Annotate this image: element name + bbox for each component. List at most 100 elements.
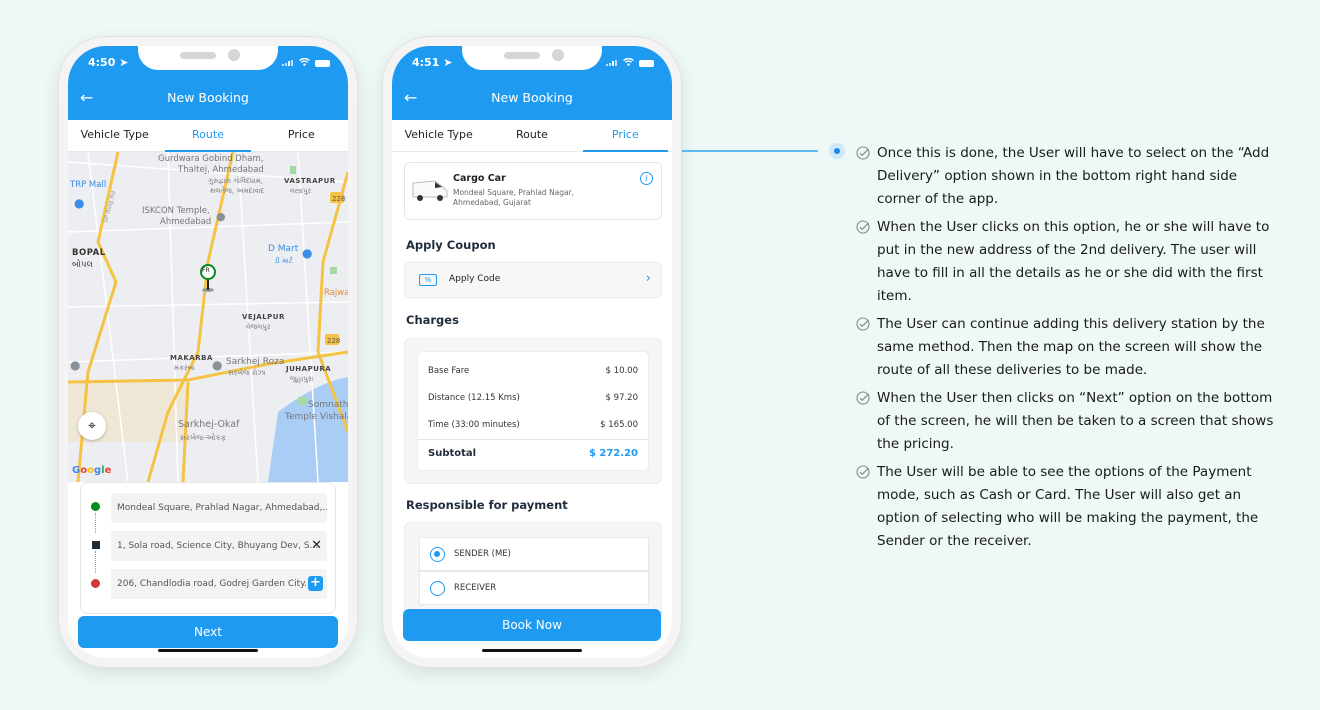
- header-title: New Booking: [491, 90, 573, 105]
- charge-label: Base Fare: [428, 366, 470, 376]
- map-label: સરખેજ રોઝા: [228, 369, 266, 377]
- google-logo: Google: [72, 465, 112, 476]
- home-indicator: [482, 649, 582, 652]
- charge-amount: $ 97.20: [605, 393, 638, 403]
- info-icon[interactable]: i: [640, 172, 653, 185]
- connector-line: [682, 150, 818, 152]
- map-label: Sarkhej Roza: [226, 357, 285, 367]
- map-label: Thaltej, Ahmedabad: [178, 165, 264, 175]
- map-label: બોપલ: [72, 260, 93, 270]
- note-text: Once this is done, the User will have to…: [877, 145, 1270, 207]
- app-header: 4:50 ➤ ← New Booking: [68, 46, 348, 120]
- place-pin-icon: ●: [70, 358, 81, 372]
- feature-notes: Once this is done, the User will have to…: [856, 142, 1276, 558]
- home-indicator: [158, 649, 258, 652]
- payment-options: SENDER (ME) RECEIVER: [404, 522, 662, 622]
- battery-icon: [639, 59, 654, 67]
- map-water: [268, 377, 348, 482]
- apply-coupon-heading: Apply Coupon: [406, 238, 496, 252]
- map-label: VEJALPUR: [242, 313, 285, 321]
- route-connector: [95, 551, 96, 573]
- wifi-icon: [623, 57, 634, 68]
- charge-row: Base Fare $ 10.00: [428, 366, 638, 376]
- book-now-button[interactable]: Book Now: [403, 609, 661, 641]
- timeline-bullet: [829, 143, 845, 159]
- radio-selected[interactable]: [430, 547, 445, 562]
- check-circle-icon: [856, 146, 870, 160]
- vehicle-name: Cargo Car: [453, 173, 506, 184]
- map-label: સરખેજ-ઓકફ: [180, 433, 227, 442]
- location-arrow-icon: ➤: [119, 56, 129, 69]
- highway-number: 228: [327, 337, 341, 345]
- crosshair-icon: ⌖: [88, 418, 96, 434]
- payment-option-sender[interactable]: SENDER (ME): [419, 537, 649, 571]
- note-text: When the User then clicks on “Next” opti…: [877, 390, 1274, 452]
- map-label: JUHAPURA: [286, 365, 332, 373]
- booking-tabs: Vehicle Type Route Price: [392, 120, 672, 152]
- note-item: When the User clicks on this option, he …: [856, 216, 1276, 308]
- tab-price[interactable]: Price: [579, 120, 672, 152]
- subtotal-row: Subtotal $ 272.20: [428, 448, 638, 459]
- tab-route[interactable]: Route: [161, 120, 254, 152]
- remove-stop-icon[interactable]: ✕: [311, 531, 322, 561]
- subtotal-amount: $ 272.20: [588, 448, 638, 459]
- map-label: Temple Vishala: [285, 412, 348, 422]
- phone-price-screen: 4:51 ➤ ← New Booking Vehicle Type Route …: [382, 36, 682, 668]
- map-label: BOPAL: [72, 248, 106, 258]
- apply-code-button[interactable]: % Apply Code ›: [404, 262, 662, 298]
- battery-icon: [315, 59, 330, 67]
- map-label: D Mart: [268, 244, 299, 254]
- map-label: જુહાપુરા: [290, 375, 314, 383]
- charge-row: Time (33:00 minutes) $ 165.00: [428, 420, 638, 430]
- temple-pin-icon: ●: [216, 210, 226, 223]
- note-item: When the User then clicks on “Next” opti…: [856, 387, 1276, 456]
- charges-heading: Charges: [406, 313, 459, 327]
- dropoff-address-field[interactable]: 206, Chandlodia road, Godrej Garden City…: [111, 569, 327, 599]
- map-label: Ahmedabad: [160, 217, 212, 227]
- mall-pin-icon: ●: [74, 196, 85, 210]
- header-title: New Booking: [167, 90, 249, 105]
- charge-label: Distance (12.15 Kms): [428, 393, 520, 403]
- route-screen: 4:50 ➤ ← New Booking Vehicle Type Route …: [68, 46, 348, 658]
- map-label: TRP Mall: [70, 180, 107, 190]
- note-text: When the User clicks on this option, he …: [877, 219, 1270, 304]
- tab-price[interactable]: Price: [255, 120, 348, 151]
- check-circle-icon: [856, 317, 870, 331]
- price-screen: 4:51 ➤ ← New Booking Vehicle Type Route …: [392, 46, 672, 658]
- check-circle-icon: [856, 391, 870, 405]
- apply-code-label: Apply Code: [449, 274, 501, 284]
- status-time: 4:51 ➤: [412, 56, 453, 69]
- payment-option-receiver[interactable]: RECEIVER: [419, 571, 649, 605]
- note-item: The User can continue adding this delive…: [856, 313, 1276, 382]
- place-pin-icon: ●: [212, 358, 223, 372]
- note-item: Once this is done, the User will have to…: [856, 142, 1276, 211]
- divider: [418, 439, 648, 440]
- discount-tag-icon: %: [419, 274, 437, 286]
- map-label: VASTRAPUR: [284, 177, 336, 185]
- tab-vehicle-type[interactable]: Vehicle Type: [68, 120, 161, 151]
- stop-marker-icon: [92, 541, 100, 549]
- pickup-address-field[interactable]: Mondeal Square, Prahlad Nagar, Ahmedabad…: [111, 493, 327, 523]
- signal-icon: [282, 60, 294, 66]
- app-header: 4:51 ➤ ← New Booking: [392, 46, 672, 120]
- highway-number: 228: [332, 195, 346, 203]
- payment-heading: Responsible for payment: [406, 498, 568, 512]
- wifi-icon: [299, 57, 310, 68]
- route-map[interactable]: Gurdwara Gobind Dham, Thaltej, Ahmedabad…: [68, 152, 348, 482]
- map-label: Somnath: [308, 400, 348, 410]
- next-button[interactable]: Next: [78, 616, 338, 648]
- radio-unselected[interactable]: [430, 581, 445, 596]
- route-stops-card: Mondeal Square, Prahlad Nagar, Ahmedabad…: [80, 482, 336, 614]
- add-delivery-button[interactable]: +: [308, 576, 323, 591]
- stop-address-field[interactable]: 1, Sola road, Science City, Bhuyang Dev,…: [111, 531, 327, 561]
- map-label: ગુરુદ્વારા ગોવિંદધામ,: [208, 177, 264, 185]
- charges-table: Base Fare $ 10.00 Distance (12.15 Kms) $…: [417, 351, 649, 471]
- route-connector: [95, 513, 96, 533]
- pickup-address: Mondeal Square, Prahlad Nagar, Ahmedabad…: [117, 503, 327, 513]
- check-circle-icon: [856, 465, 870, 479]
- tab-route[interactable]: Route: [485, 120, 578, 151]
- map-label: ISKCON Temple,: [142, 206, 210, 216]
- tab-vehicle-type[interactable]: Vehicle Type: [392, 120, 485, 151]
- my-location-button[interactable]: ⌖: [78, 412, 106, 440]
- start-marker-icon: [91, 502, 100, 511]
